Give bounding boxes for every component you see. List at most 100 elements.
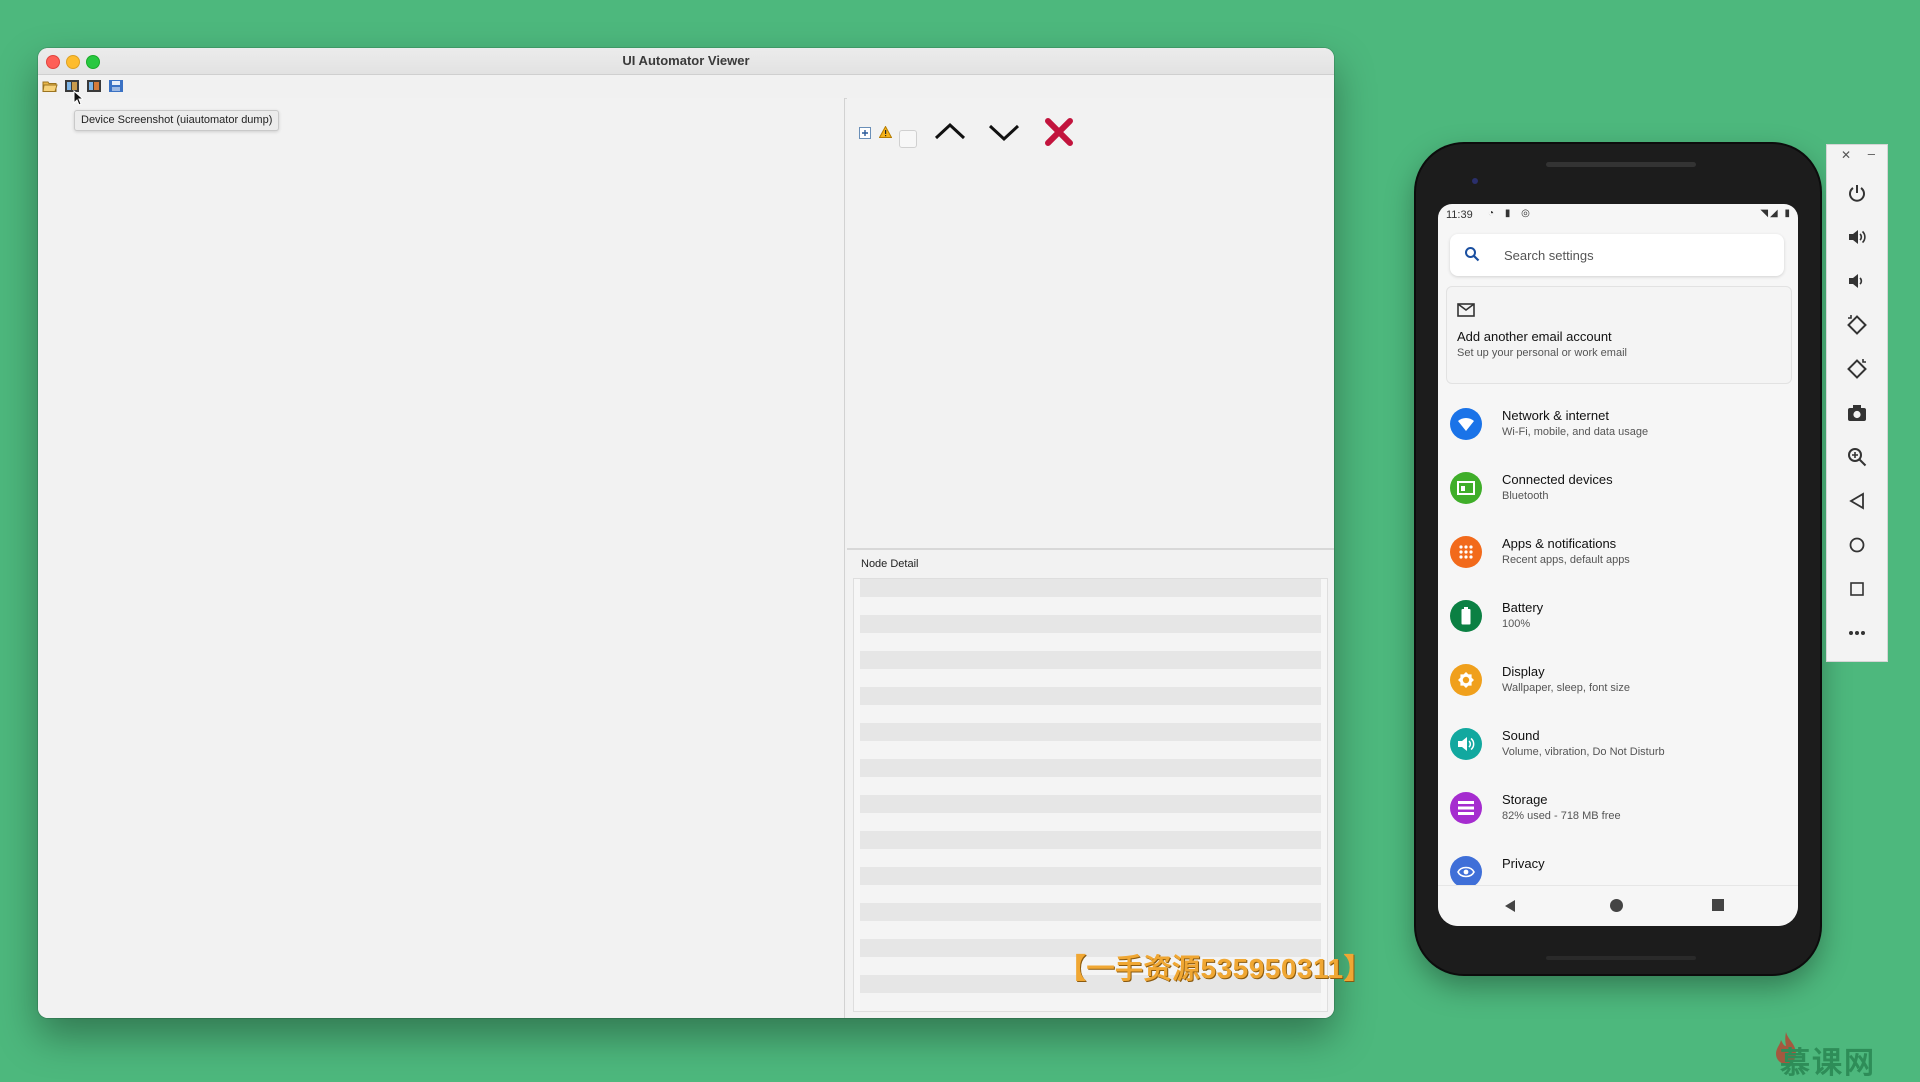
previous-node-chevron-up-icon[interactable]: [933, 120, 967, 149]
android-emulator-phone: 11:39 ◔ ▮ ◎ ◥◢ ▮ Search settings Add ano…: [1416, 144, 1820, 974]
settings-item-sound[interactable]: Sound Volume, vibration, Do Not Disturb: [1438, 714, 1798, 778]
card-subtitle: Set up your personal or work email: [1457, 347, 1627, 359]
detail-row[interactable]: [860, 813, 1321, 831]
phone-screen[interactable]: 11:39 ◔ ▮ ◎ ◥◢ ▮ Search settings Add ano…: [1438, 204, 1798, 926]
more-icon[interactable]: [1845, 621, 1869, 645]
node-detail-label: Node Detail: [861, 558, 919, 570]
device-screenshot-compressed-icon[interactable]: [86, 79, 102, 93]
brightness-icon: [1450, 664, 1482, 696]
minimize-icon[interactable]: –: [1868, 146, 1875, 161]
search-icon: [1464, 246, 1480, 267]
settings-item-network[interactable]: Network & internet Wi-Fi, mobile, and da…: [1438, 394, 1798, 458]
hierarchy-tree[interactable]: [847, 158, 1334, 550]
brand-logo-text: 慕课网: [1780, 1047, 1876, 1080]
nav-back-icon[interactable]: [1504, 899, 1516, 918]
resource-watermark: 【一手资源535950311】: [1058, 953, 1373, 984]
uiautomator-viewer-window: UI Automator Viewer Device Screenshot (u…: [38, 48, 1334, 1018]
card-title: Add another email account: [1457, 329, 1612, 344]
settings-search-bar[interactable]: Search settings: [1450, 234, 1784, 276]
apps-grid-icon: [1450, 536, 1482, 568]
earpiece-speaker: [1546, 162, 1696, 167]
detail-row[interactable]: [860, 831, 1321, 849]
detail-row[interactable]: [860, 867, 1321, 885]
settings-item-title: Storage: [1502, 792, 1548, 807]
home-icon[interactable]: [1845, 533, 1869, 557]
camera-icon[interactable]: [1845, 401, 1869, 425]
detail-row[interactable]: [860, 777, 1321, 795]
signal-battery-icons: ◥◢ ▮: [1760, 208, 1792, 219]
panel-header: ✕ –: [1827, 145, 1887, 167]
detail-row[interactable]: [860, 579, 1321, 597]
detail-row[interactable]: [860, 669, 1321, 687]
mouse-cursor-icon: [73, 89, 85, 111]
detail-row[interactable]: [860, 993, 1321, 1011]
detail-row[interactable]: [860, 741, 1321, 759]
settings-item-apps[interactable]: Apps & notifications Recent apps, defaul…: [1438, 522, 1798, 586]
toolbar: [38, 75, 1334, 99]
wifi-icon: [1450, 408, 1482, 440]
rotate-left-icon[interactable]: [1845, 313, 1869, 337]
settings-item-display[interactable]: Display Wallpaper, sleep, font size: [1438, 650, 1798, 714]
detail-row[interactable]: [860, 723, 1321, 741]
screenshot-pane[interactable]: [38, 98, 845, 1018]
next-node-chevron-down-icon[interactable]: [987, 120, 1021, 149]
overview-icon[interactable]: [1845, 577, 1869, 601]
close-icon[interactable]: ✕: [1841, 148, 1851, 162]
detail-row[interactable]: [860, 885, 1321, 903]
settings-item-title: Battery: [1502, 600, 1544, 615]
settings-item-storage[interactable]: Storage 82% used - 718 MB free: [1438, 778, 1798, 842]
nav-recents-icon[interactable]: [1712, 899, 1724, 911]
open-folder-icon[interactable]: [42, 79, 58, 93]
status-bar: 11:39 ◔ ▮ ◎ ◥◢ ▮: [1438, 204, 1798, 226]
settings-item-title: Sound: [1502, 728, 1540, 743]
settings-item-subtitle: 82% used - 718 MB free: [1502, 810, 1621, 822]
save-icon[interactable]: [108, 79, 124, 93]
settings-item-connected-devices[interactable]: Connected devices Bluetooth: [1438, 458, 1798, 522]
volume-down-icon[interactable]: [1845, 269, 1869, 293]
add-email-account-card[interactable]: Add another email account Set up your pe…: [1446, 286, 1792, 384]
battery-icon: [1450, 600, 1482, 632]
detail-row[interactable]: [860, 903, 1321, 921]
power-icon[interactable]: [1845, 181, 1869, 205]
emulator-control-panel: ✕ –: [1826, 144, 1888, 662]
expand-all-icon[interactable]: [859, 126, 871, 144]
settings-item-title: Apps & notifications: [1502, 536, 1617, 551]
window-title: UI Automator Viewer: [622, 53, 750, 68]
settings-item-battery[interactable]: Battery 100%: [1438, 586, 1798, 650]
settings-item-subtitle: Bluetooth: [1502, 490, 1549, 502]
bottom-speaker: [1546, 956, 1696, 960]
nav-home-icon[interactable]: [1610, 899, 1623, 912]
status-time: 11:39: [1446, 209, 1473, 221]
detail-row[interactable]: [860, 759, 1321, 777]
settings-item-title: Privacy: [1502, 856, 1545, 871]
clear-search-close-icon[interactable]: [1043, 116, 1075, 153]
mail-icon: [1457, 303, 1475, 322]
detail-row[interactable]: [860, 687, 1321, 705]
detail-row[interactable]: [860, 633, 1321, 651]
settings-item-subtitle: Recent apps, default apps: [1502, 554, 1630, 566]
settings-item-subtitle: 100%: [1502, 618, 1531, 630]
detail-row[interactable]: [860, 615, 1321, 633]
settings-list: Network & internet Wi-Fi, mobile, and da…: [1438, 394, 1798, 906]
rotate-right-icon[interactable]: [1845, 357, 1869, 381]
zoom-icon[interactable]: [1845, 445, 1869, 469]
detail-row[interactable]: [860, 651, 1321, 669]
privacy-eye-icon: [1450, 856, 1482, 888]
detail-row[interactable]: [860, 1011, 1321, 1012]
toggle-checkbox[interactable]: [899, 130, 917, 148]
warning-icon[interactable]: [878, 125, 893, 143]
detail-row[interactable]: [860, 705, 1321, 723]
detail-row[interactable]: [860, 849, 1321, 867]
settings-item-subtitle: Wallpaper, sleep, font size: [1502, 682, 1630, 694]
notification-icons: ◔ ▮ ◎: [1488, 208, 1534, 219]
detail-row[interactable]: [860, 597, 1321, 615]
front-camera: [1472, 178, 1478, 184]
volume-icon: [1450, 728, 1482, 760]
back-icon[interactable]: [1845, 489, 1869, 513]
settings-item-title: Display: [1502, 664, 1545, 679]
volume-up-icon[interactable]: [1845, 225, 1869, 249]
detail-row[interactable]: [860, 795, 1321, 813]
settings-item-subtitle: Volume, vibration, Do Not Disturb: [1502, 746, 1665, 758]
detail-row[interactable]: [860, 921, 1321, 939]
android-nav-bar: [1438, 885, 1798, 926]
